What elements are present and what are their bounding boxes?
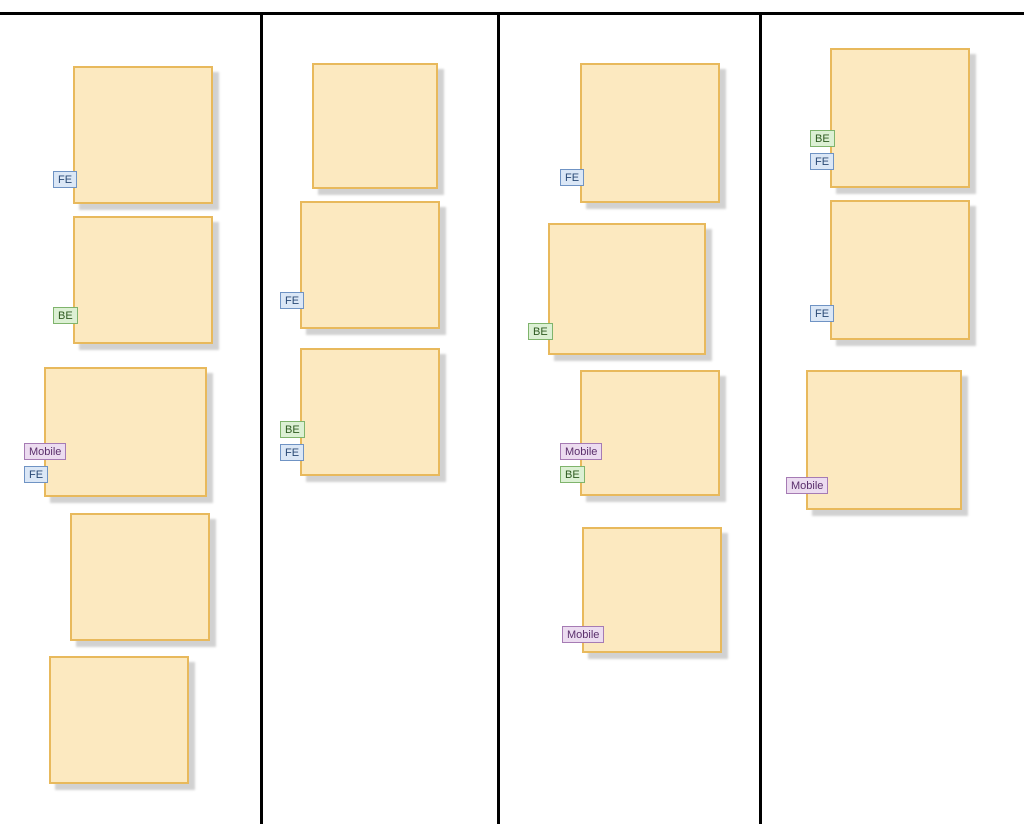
sticky-note-face	[548, 223, 706, 355]
sticky-note[interactable]	[70, 513, 210, 641]
tag-be[interactable]: BE	[810, 130, 835, 147]
tag-be[interactable]: BE	[53, 307, 78, 324]
tag-be[interactable]: BE	[280, 421, 305, 438]
sticky-note[interactable]	[580, 370, 720, 496]
tag-fe[interactable]: FE	[810, 153, 834, 170]
tag-mobile[interactable]: Mobile	[24, 443, 66, 460]
sticky-note-face	[70, 513, 210, 641]
sticky-note[interactable]	[830, 200, 970, 340]
tag-fe[interactable]: FE	[53, 171, 77, 188]
sticky-note-face	[73, 66, 213, 204]
sticky-note[interactable]	[73, 66, 213, 204]
sticky-note[interactable]	[73, 216, 213, 344]
horizontal-divider	[0, 12, 1024, 15]
sticky-note-face	[830, 200, 970, 340]
sticky-note[interactable]	[44, 367, 207, 497]
sticky-note-face	[830, 48, 970, 188]
tag-mobile[interactable]: Mobile	[562, 626, 604, 643]
sticky-note-face	[73, 216, 213, 344]
sticky-note[interactable]	[300, 348, 440, 476]
sticky-note-face	[580, 63, 720, 203]
sticky-note[interactable]	[312, 63, 438, 189]
sticky-note[interactable]	[806, 370, 962, 510]
sticky-note[interactable]	[300, 201, 440, 329]
column-divider	[497, 14, 500, 824]
sticky-note[interactable]	[548, 223, 706, 355]
sticky-note-face	[300, 201, 440, 329]
tag-mobile[interactable]: Mobile	[560, 443, 602, 460]
sticky-note-face	[300, 348, 440, 476]
tag-fe[interactable]: FE	[280, 444, 304, 461]
tag-fe[interactable]: FE	[280, 292, 304, 309]
sticky-note[interactable]	[580, 63, 720, 203]
sticky-note-face	[312, 63, 438, 189]
column-divider	[759, 14, 762, 824]
column-divider	[260, 14, 263, 824]
tag-fe[interactable]: FE	[560, 169, 584, 186]
tag-fe[interactable]: FE	[810, 305, 834, 322]
tag-be[interactable]: BE	[560, 466, 585, 483]
tag-be[interactable]: BE	[528, 323, 553, 340]
sticky-note-face	[44, 367, 207, 497]
sticky-note-face	[806, 370, 962, 510]
sticky-note[interactable]	[830, 48, 970, 188]
tag-mobile[interactable]: Mobile	[786, 477, 828, 494]
tag-fe[interactable]: FE	[24, 466, 48, 483]
sticky-note-face	[49, 656, 189, 784]
sticky-note-face	[580, 370, 720, 496]
sticky-note[interactable]	[49, 656, 189, 784]
